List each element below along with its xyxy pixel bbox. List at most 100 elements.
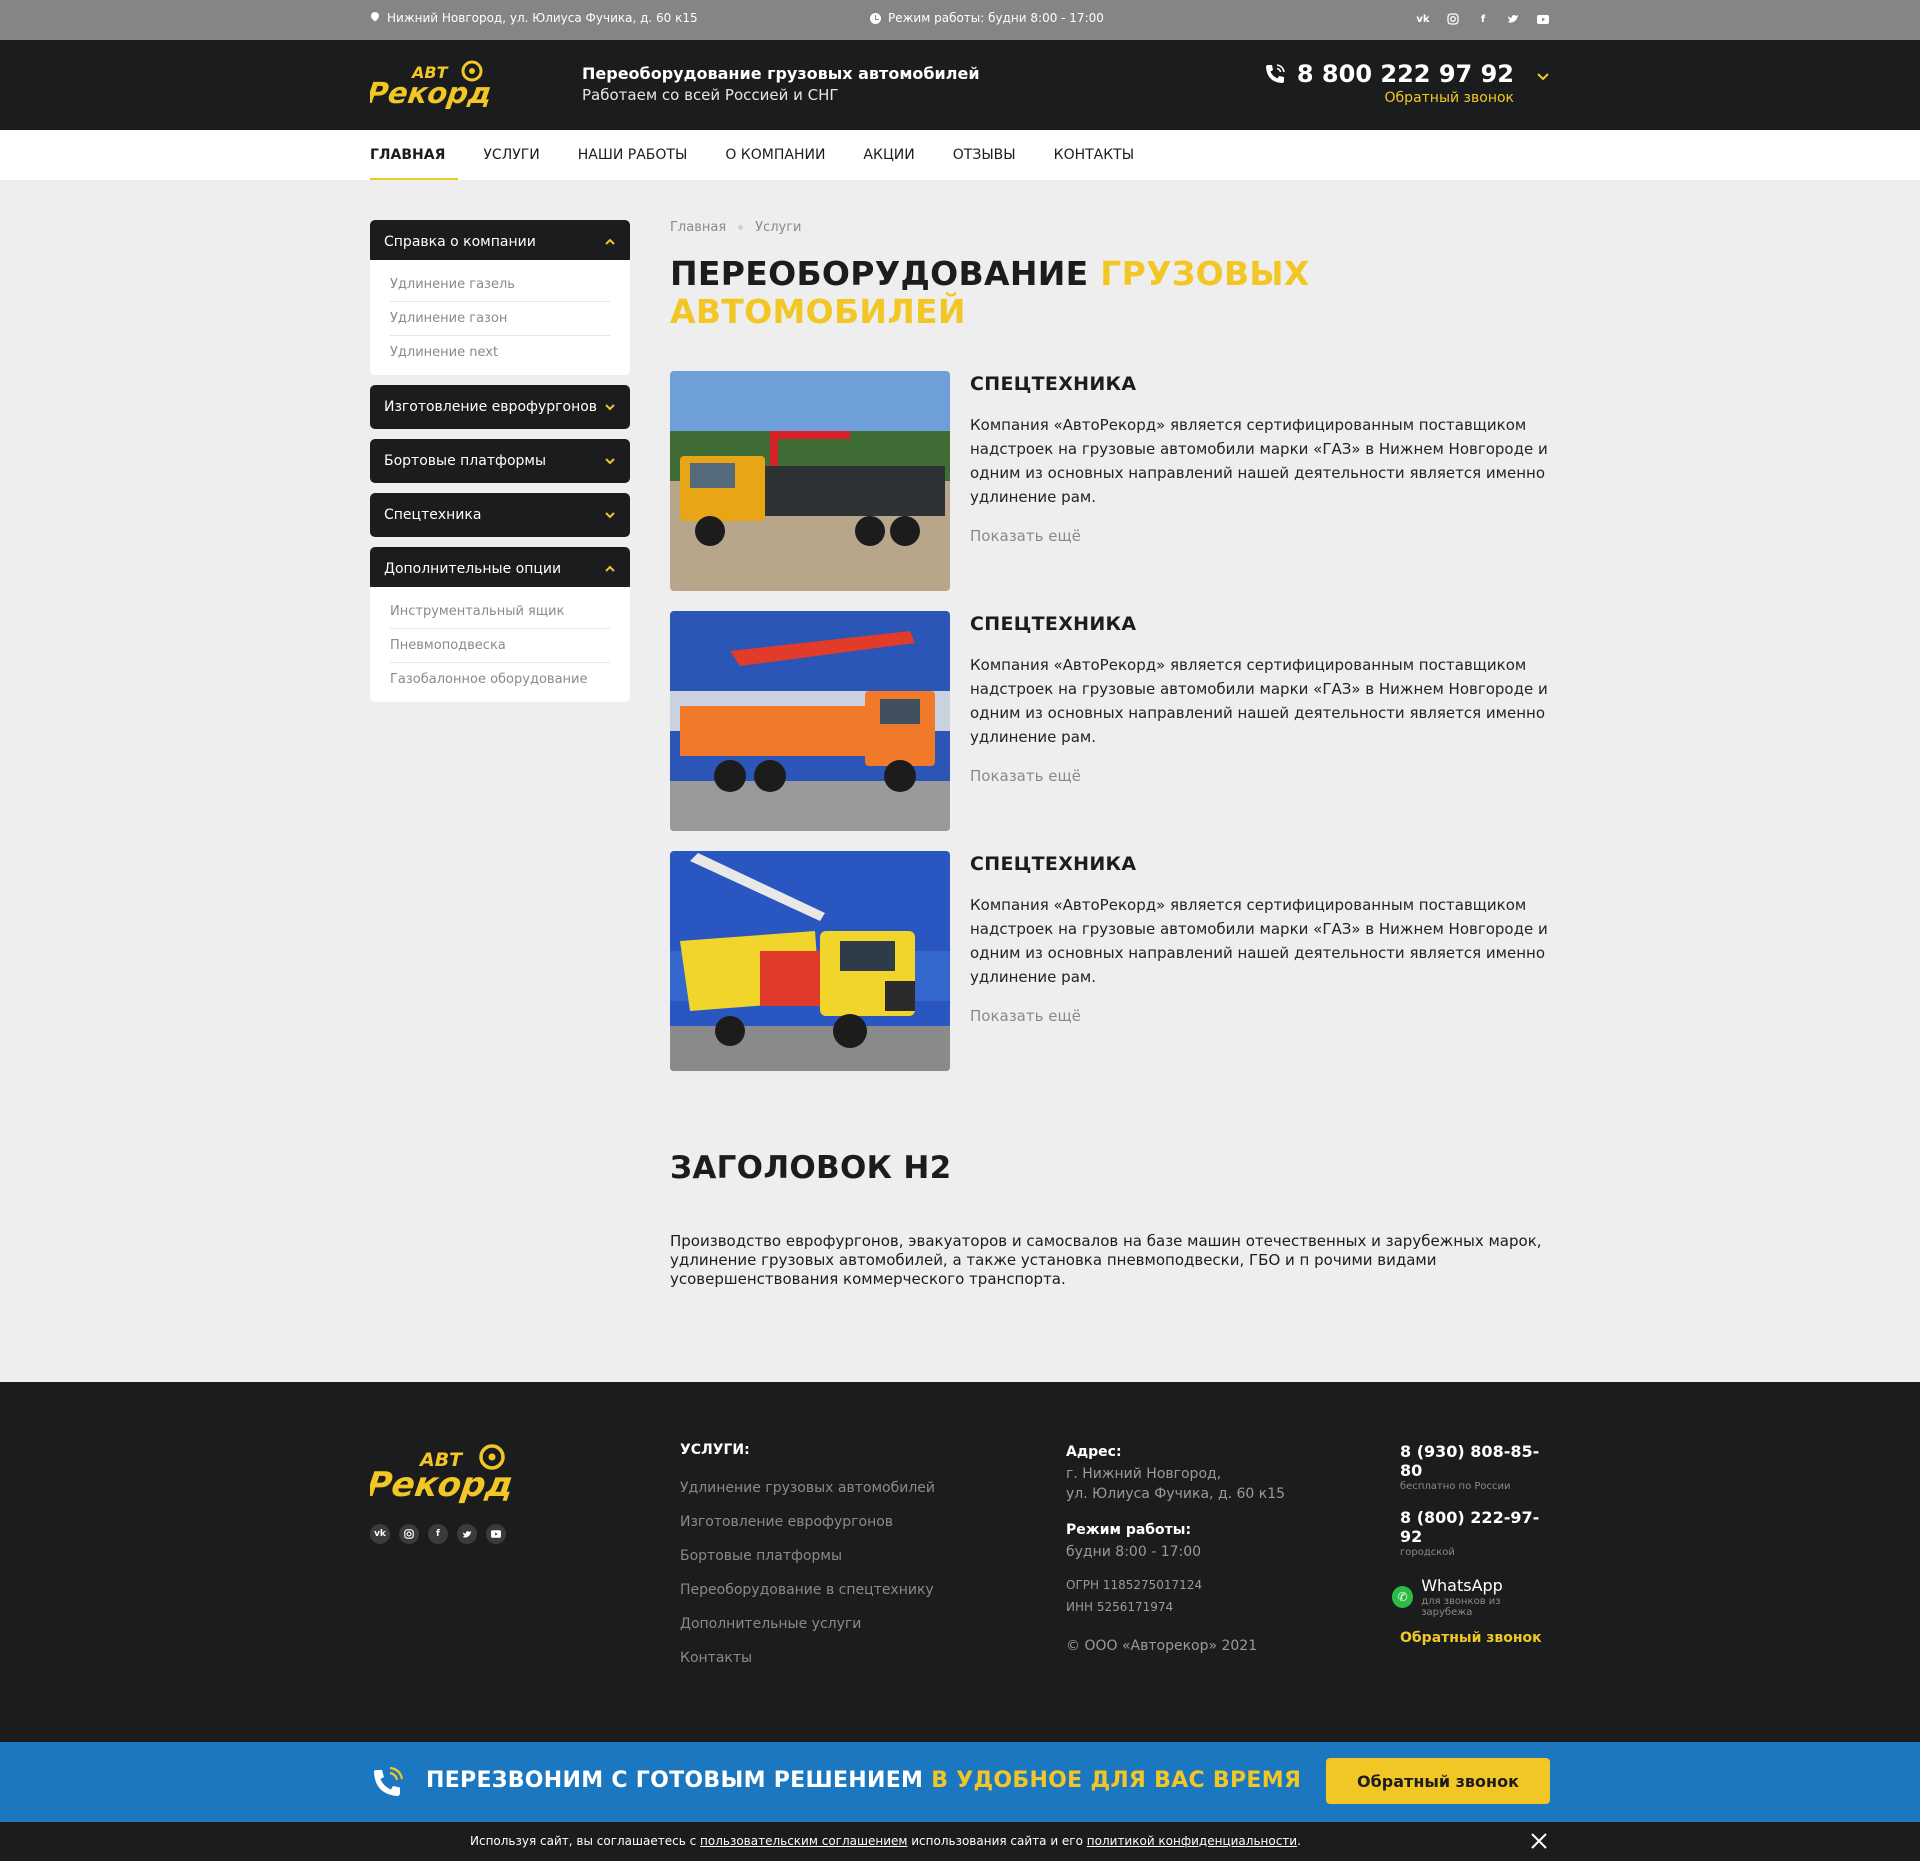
footer-link[interactable]: Дополнительные услуги xyxy=(680,1616,935,1632)
cookie-text-part: . xyxy=(1297,1834,1301,1848)
close-icon[interactable] xyxy=(1528,1830,1550,1852)
footer-link[interactable]: Удлинение грузовых автомобилей xyxy=(680,1480,935,1496)
page-title: ПЕРЕОБОРУДОВАНИЕ ГРУЗОВЫХ АВТОМОБИЛЕЙ xyxy=(670,255,1550,331)
callback-bar-message: ПЕРЕЗВОНИМ С ГОТОВЫМ РЕШЕНИЕМ В УДОБНОЕ … xyxy=(426,1768,1301,1793)
footer-hours-label: Режим работы: xyxy=(1066,1522,1192,1538)
footer-phone[interactable]: 8 (800) 222-97-92 xyxy=(1400,1508,1550,1546)
footer-social: vk f xyxy=(370,1524,506,1544)
sidebar-item[interactable]: Пневмоподвеска xyxy=(390,629,610,663)
sidebar-item[interactable]: Инструментальный ящик xyxy=(390,595,610,629)
chevron-up-icon xyxy=(604,562,616,576)
footer-phone[interactable]: 8 (930) 808-85-80 xyxy=(1400,1442,1550,1480)
sidebar-group: Бортовые платформы xyxy=(370,439,630,483)
footer-address-line: г. Нижний Новгород, xyxy=(1066,1466,1222,1482)
callback-bar: ПЕРЕЗВОНИМ С ГОТОВЫМ РЕШЕНИЕМ В УДОБНОЕ … xyxy=(0,1742,1920,1822)
sidebar-group: Спецтехника xyxy=(370,493,630,537)
callback-button[interactable]: Обратный звонок xyxy=(1326,1758,1550,1804)
service-card: СПЕЦТЕХНИКА Компания «АвтоРекорд» являет… xyxy=(670,851,1550,1071)
footer-copyright: © ООО «Авторекор» 2021 xyxy=(1066,1638,1258,1654)
seo-text: Производство еврофургонов, эвакуаторов и… xyxy=(670,1232,1542,1288)
sidebar-group-title: Справка о компании xyxy=(384,234,536,250)
section-heading: ЗАГОЛОВОК H2 xyxy=(670,1150,952,1186)
page-title-highlight: ГРУЗОВЫХ xyxy=(1100,254,1310,293)
sidebar-group-list: Инструментальный ящик Пневмоподвеска Газ… xyxy=(370,587,630,702)
whatsapp-note: для звонков из зарубежа xyxy=(1421,1596,1501,1618)
footer-hours: будни 8:00 - 17:00 xyxy=(1066,1544,1202,1560)
footer-services-title: УСЛУГИ: xyxy=(680,1442,750,1458)
cookie-text: Используя сайт, вы соглашаетесь с пользо… xyxy=(470,1834,1301,1848)
chevron-up-icon xyxy=(604,235,616,249)
footer-services: УСЛУГИ: Удлинение грузовых автомобилей И… xyxy=(680,1442,935,1666)
show-more-link[interactable]: Показать ещё xyxy=(970,767,1550,785)
footer-callback-link[interactable]: Обратный звонок xyxy=(1400,1630,1550,1646)
main-content: Главная Услуги ПЕРЕОБОРУДОВАНИЕ ГРУЗОВЫХ… xyxy=(670,220,1550,1288)
sidebar-group-title: Бортовые платформы xyxy=(384,453,547,469)
footer-link[interactable]: Изготовление еврофургонов xyxy=(680,1514,935,1530)
breadcrumb: Главная Услуги xyxy=(670,220,1550,235)
sidebar-item[interactable]: Удлинение next xyxy=(390,336,610,369)
service-card-image[interactable] xyxy=(670,371,950,591)
svg-text:Рекорд: Рекорд xyxy=(370,1465,516,1504)
callback-bar-text: ПЕРЕЗВОНИМ С ГОТОВЫМ РЕШЕНИЕМ xyxy=(426,1768,924,1793)
sidebar: Справка о компании Удлинение газель Удли… xyxy=(370,220,630,712)
breadcrumb-home[interactable]: Главная xyxy=(670,220,726,235)
sidebar-group-header[interactable]: Дополнительные опции xyxy=(370,547,630,591)
sidebar-group-list: Удлинение газель Удлинение газон Удлинен… xyxy=(370,260,630,375)
footer-link[interactable]: Бортовые платформы xyxy=(680,1548,935,1564)
show-more-link[interactable]: Показать ещё xyxy=(970,527,1550,545)
footer-address-label: Адрес: xyxy=(1066,1444,1122,1460)
service-card: СПЕЦТЕХНИКА Компания «АвтоРекорд» являет… xyxy=(670,371,1550,591)
cookie-bar: Используя сайт, вы соглашаетесь с пользо… xyxy=(0,1822,1920,1861)
footer-phones: 8 (930) 808-85-80 бесплатно по России 8 … xyxy=(1392,1442,1550,1646)
footer-phone-note: бесплатно по России xyxy=(1400,1481,1511,1492)
service-card-text: Компания «АвтоРекорд» является сертифици… xyxy=(970,416,1548,506)
service-card: СПЕЦТЕХНИКА Компания «АвтоРекорд» являет… xyxy=(670,611,1550,831)
sidebar-item[interactable]: Удлинение газон xyxy=(390,302,610,336)
footer-link[interactable]: Переоборудование в спецтехнику xyxy=(680,1582,935,1598)
sidebar-group: Дополнительные опции Инструментальный ящ… xyxy=(370,547,630,702)
sidebar-group-header[interactable]: Справка о компании xyxy=(370,220,630,264)
footer-link[interactable]: Контакты xyxy=(680,1650,935,1666)
callback-bar-highlight: В УДОБНОЕ ДЛЯ ВАС ВРЕМЯ xyxy=(931,1768,1302,1793)
sidebar-group-title: Спецтехника xyxy=(384,507,482,523)
instagram-icon[interactable] xyxy=(399,1524,419,1544)
facebook-icon[interactable]: f xyxy=(428,1524,448,1544)
sidebar-group: Изготовление еврофургонов xyxy=(370,385,630,429)
whatsapp-icon: ✆ xyxy=(1392,1586,1414,1608)
vk-icon[interactable]: vk xyxy=(370,1524,390,1544)
service-card-title: СПЕЦТЕХНИКА xyxy=(970,373,1137,395)
whatsapp-label: WhatsApp xyxy=(1421,1576,1503,1595)
service-card-image[interactable] xyxy=(670,611,950,831)
footer: АВТ Рекорд vk f УСЛУГИ: Удлинение грузов… xyxy=(0,1382,1920,1742)
service-card-text: Компания «АвтоРекорд» является сертифици… xyxy=(970,896,1548,986)
service-card-image[interactable] xyxy=(670,851,950,1071)
chevron-down-icon xyxy=(604,454,616,468)
footer-ogrn: ОГРН 1185275017124 xyxy=(1066,1578,1203,1592)
sidebar-group-header[interactable]: Изготовление еврофургонов xyxy=(370,385,630,429)
whatsapp-link[interactable]: ✆ WhatsApp для звонков из зарубежа xyxy=(1392,1576,1550,1618)
footer-logo[interactable]: АВТ Рекорд xyxy=(370,1442,520,1504)
page-title-part: ПЕРЕОБОРУДОВАНИЕ xyxy=(670,254,1089,293)
privacy-policy-link[interactable]: политикой конфиденциальности xyxy=(1087,1834,1297,1848)
sidebar-group-title: Изготовление еврофургонов xyxy=(384,399,598,415)
show-more-link[interactable]: Показать ещё xyxy=(970,1007,1550,1025)
breadcrumb-separator xyxy=(738,225,744,230)
user-agreement-link[interactable]: пользовательским соглашением xyxy=(700,1834,907,1848)
sidebar-group-title: Дополнительные опции xyxy=(384,561,562,577)
page-title-highlight: АВТОМОБИЛЕЙ xyxy=(670,292,966,331)
twitter-icon[interactable] xyxy=(457,1524,477,1544)
sidebar-group-header[interactable]: Бортовые платформы xyxy=(370,439,630,483)
footer-phone-note: городской xyxy=(1400,1547,1455,1558)
youtube-icon[interactable] xyxy=(486,1524,506,1544)
service-card-text: Компания «АвтоРекорд» является сертифици… xyxy=(970,656,1548,746)
phone-ringing-icon xyxy=(374,1766,404,1796)
sidebar-group: Справка о компании Удлинение газель Удли… xyxy=(370,220,630,375)
sidebar-item[interactable]: Газобалонное оборудование xyxy=(390,663,610,696)
breadcrumb-current: Услуги xyxy=(755,220,802,235)
service-card-title: СПЕЦТЕХНИКА xyxy=(970,613,1137,635)
service-card-title: СПЕЦТЕХНИКА xyxy=(970,853,1137,875)
chevron-down-icon xyxy=(604,400,616,414)
sidebar-group-header[interactable]: Спецтехника xyxy=(370,493,630,537)
sidebar-item[interactable]: Удлинение газель xyxy=(390,268,610,302)
cookie-text-part: использования сайта и его xyxy=(907,1834,1087,1848)
